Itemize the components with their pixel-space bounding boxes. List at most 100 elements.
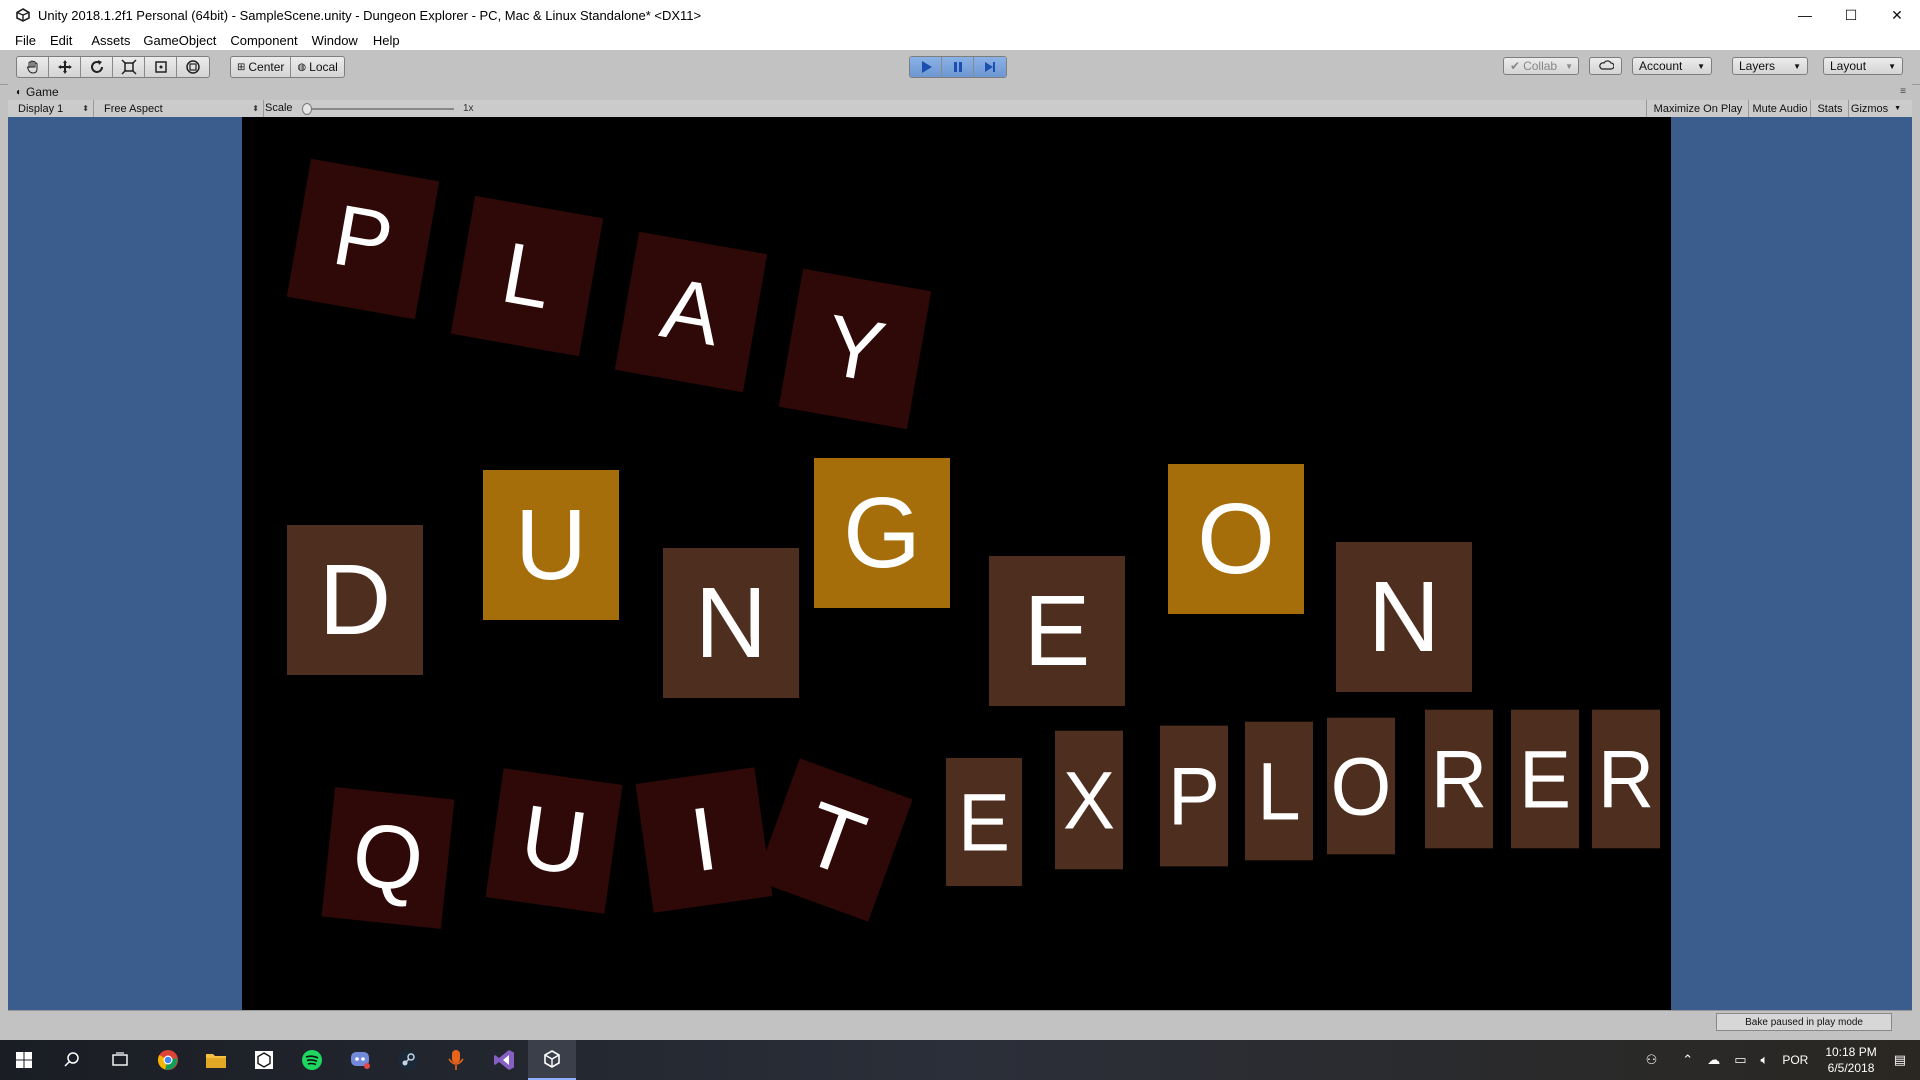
pivot-toggles: ⊞ Center ◍ Local [230, 56, 345, 78]
mute-audio-toggle[interactable]: Mute Audio [1748, 100, 1811, 117]
letter-tile-text: X [1062, 753, 1116, 847]
file-explorer-icon[interactable] [192, 1040, 240, 1080]
minimize-button[interactable]: — [1782, 0, 1828, 30]
layers-dropdown[interactable]: Layers ▼ [1732, 57, 1808, 75]
rect-tool-icon[interactable] [145, 57, 177, 77]
title-letter-tile: O [1327, 717, 1395, 855]
letter-tile-text: R [1430, 732, 1488, 826]
notifications-icon[interactable]: ▤ [1894, 1052, 1906, 1068]
clock-date: 6/5/2018 [1827, 1061, 1875, 1075]
menu-assets[interactable]: Assets [72, 33, 130, 48]
play-button[interactable]: P [286, 158, 440, 320]
chevron-up-icon[interactable]: ⌃ [1682, 1052, 1693, 1068]
pause-icon [953, 62, 962, 72]
start-button[interactable] [0, 1040, 48, 1080]
scale-slider-track[interactable] [304, 108, 454, 110]
people-icon[interactable]: ⚇ [1646, 1052, 1658, 1068]
pivot-center-button[interactable]: ⊞ Center [231, 57, 292, 77]
game-tab[interactable]: ◐ Game [8, 85, 59, 99]
title-letter-tile: E [1511, 709, 1579, 849]
menu-gameobject[interactable]: GameObject [130, 33, 216, 48]
system-tray: ⚇ ⌃ ☁ ▭ 🔈︎ POR 10:18 PM 6/5/2018 ▤ [1639, 1040, 1920, 1080]
title-letter-tile: O [1168, 464, 1304, 614]
local-globe-icon: ◍ [297, 61, 307, 73]
layers-label: Layers [1739, 59, 1776, 73]
chevron-down-icon: ▼ [1888, 61, 1896, 71]
hand-tool-icon[interactable] [17, 57, 49, 77]
unity-editor-icon[interactable] [528, 1040, 576, 1080]
task-view-icon[interactable] [96, 1040, 144, 1080]
panel-menu-icon[interactable]: ≡ [1900, 86, 1906, 97]
letter-tile-text: A [654, 259, 728, 365]
account-dropdown[interactable]: Account ▼ [1632, 57, 1712, 75]
letter-tile-text: I [684, 788, 724, 892]
display-label: Display 1 [18, 102, 64, 115]
aspect-dropdown[interactable]: Free Aspect ⬍ [94, 100, 264, 117]
quit-button[interactable]: T [755, 758, 913, 922]
spotify-icon[interactable] [288, 1040, 336, 1080]
menu-window[interactable]: Window [298, 33, 358, 48]
chrome-icon[interactable] [144, 1040, 192, 1080]
network-icon[interactable]: ▭ [1734, 1052, 1746, 1068]
move-tool-icon[interactable] [49, 57, 81, 77]
play-button[interactable]: Y [778, 268, 932, 430]
letter-tile-text: Y [818, 296, 892, 402]
title-letter-tile: L [1245, 721, 1313, 861]
unity-logo-icon [14, 6, 32, 24]
letter-tile-text: P [326, 186, 400, 292]
rotate-tool-icon[interactable] [81, 57, 113, 77]
discord-icon[interactable] [336, 1040, 384, 1080]
scale-slider-thumb[interactable] [302, 103, 312, 115]
visual-studio-icon[interactable] [480, 1040, 528, 1080]
title-letter-tile: E [989, 556, 1125, 706]
stats-toggle[interactable]: Stats [1810, 100, 1849, 117]
scale-tool-icon[interactable] [113, 57, 145, 77]
title-letter-tile: P [1160, 725, 1228, 867]
close-button[interactable]: ✕ [1874, 0, 1920, 30]
title-bar: Unity 2018.1.2f1 Personal (64bit) - Samp… [0, 0, 1920, 30]
cloud-button[interactable] [1589, 57, 1622, 75]
title-letter-tile: G [814, 458, 950, 608]
step-button[interactable] [974, 57, 1006, 77]
scale-value: 1x [463, 103, 474, 114]
play-button[interactable] [910, 57, 942, 77]
pause-button[interactable] [942, 57, 974, 77]
menu-help[interactable]: Help [358, 33, 400, 48]
layout-dropdown[interactable]: Layout ▼ [1823, 57, 1903, 75]
chevron-updown-icon: ⬍ [252, 104, 259, 113]
gizmos-label: Gizmos [1850, 102, 1889, 115]
pivot-local-button[interactable]: ◍ Local [291, 57, 343, 77]
volume-icon[interactable]: 🔈︎ [1761, 1052, 1769, 1068]
play-button[interactable]: L [450, 195, 604, 357]
language-indicator[interactable]: POR [1782, 1053, 1808, 1067]
letter-tile-text: N [694, 567, 768, 679]
gizmos-dropdown[interactable]: Gizmos ▼ [1848, 100, 1903, 117]
play-button[interactable]: A [614, 231, 768, 393]
title-letter-tile: N [663, 548, 799, 698]
display-dropdown[interactable]: Display 1 ⬍ [8, 100, 94, 117]
main-toolbar: ⊞ Center ◍ Local ✔ Collab ▼ Account ▼ La… [0, 50, 1920, 85]
letter-tile-text: U [514, 786, 594, 896]
onedrive-icon[interactable]: ☁ [1707, 1052, 1720, 1068]
steam-icon[interactable] [384, 1040, 432, 1080]
game-controller-icon: ◐ [16, 86, 23, 98]
quit-button[interactable]: U [485, 768, 623, 914]
game-tab-label: Game [26, 85, 59, 99]
bake-status-badge: Bake paused in play mode [1716, 1013, 1892, 1031]
quit-button[interactable]: I [635, 767, 773, 913]
collab-button[interactable]: ✔ Collab ▼ [1503, 57, 1579, 75]
quit-button[interactable]: Q [321, 787, 455, 929]
menu-file[interactable]: File [0, 33, 36, 48]
microphone-app-icon[interactable] [432, 1040, 480, 1080]
menu-edit[interactable]: Edit [36, 33, 72, 48]
unity-hub-icon[interactable] [240, 1040, 288, 1080]
search-icon[interactable] [48, 1040, 96, 1080]
maximize-button[interactable]: ☐ [1828, 0, 1874, 30]
menu-bar: File Edit Assets GameObject Component Wi… [0, 30, 1920, 50]
maximize-on-play-toggle[interactable]: Maximize On Play [1646, 100, 1749, 117]
letter-tile-text: G [843, 477, 921, 589]
clock-time: 10:18 PM [1825, 1045, 1877, 1059]
clock[interactable]: 10:18 PM 6/5/2018 [1815, 1044, 1886, 1076]
menu-component[interactable]: Component [216, 33, 297, 48]
transform-tool-icon[interactable] [177, 57, 209, 77]
